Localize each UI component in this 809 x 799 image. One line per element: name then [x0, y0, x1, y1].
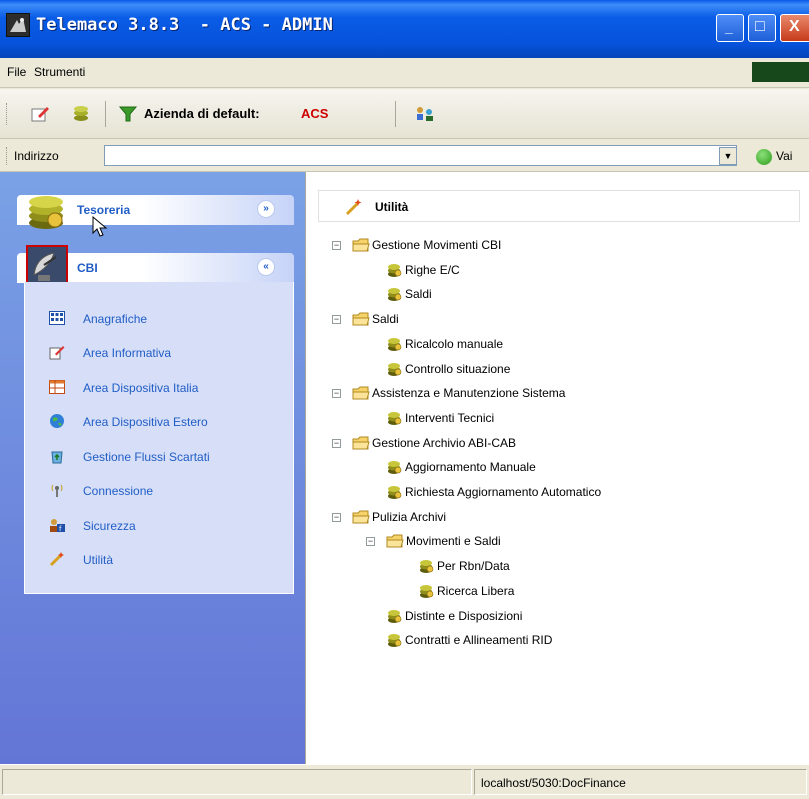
window-titlebar[interactable]: Telemaco 3.8.3 - ACS - ADMIN _ □ X: [0, 0, 809, 58]
magic-wand-icon: [345, 198, 363, 216]
collapse-toggle-icon[interactable]: −: [332, 315, 341, 324]
toolbar: Azienda di default: ACS: [0, 89, 809, 139]
sidebar-group-label: CBI: [77, 261, 98, 275]
status-panel-connection: localhost/5030:DocFinance: [474, 769, 807, 795]
tree-item-label: Richiesta Aggiornamento Automatico: [405, 485, 602, 499]
menu-file[interactable]: File: [7, 65, 26, 79]
statusbar: localhost/5030:DocFinance: [0, 764, 809, 799]
collapse-toggle-icon[interactable]: −: [332, 439, 341, 448]
status-indicator: [752, 62, 809, 82]
minimize-button[interactable]: _: [716, 14, 744, 42]
tree-item-label: Saldi: [405, 287, 432, 301]
tree-item-label: Interventi Tecnici: [405, 411, 495, 425]
chevron-down-icon: ▼: [723, 151, 733, 161]
table-icon: [49, 379, 65, 395]
tree-item-label: Controllo situazione: [405, 362, 511, 376]
folder-open-icon: [352, 436, 370, 450]
address-label: Indirizzo: [14, 149, 59, 163]
coins-icon: [386, 459, 402, 475]
coins-icon: [386, 484, 402, 500]
expand-chevron-icon[interactable]: »: [257, 200, 275, 218]
tree-item-label: Distinte e Disposizioni: [405, 609, 523, 623]
coins-icon: [386, 361, 402, 377]
coins-stack-icon[interactable]: [25, 190, 67, 232]
utilita-title: Utilità: [375, 200, 409, 214]
folder-open-icon: [352, 510, 370, 524]
default-company-label: Azienda di default:: [144, 106, 260, 121]
coins-icon: [386, 286, 402, 302]
coins-icon[interactable]: [71, 103, 91, 123]
tree-folder-label: Gestione Archivio ABI-CAB: [372, 436, 517, 450]
edit-note-icon[interactable]: [30, 104, 50, 124]
window-title: Telemaco 3.8.3 - ACS - ADMIN: [36, 15, 333, 35]
maximize-button[interactable]: □: [748, 14, 776, 42]
coins-icon: [386, 608, 402, 624]
tree-item-label: Ricalcolo manuale: [405, 337, 504, 351]
coins-icon: [386, 632, 402, 648]
folder-open-icon: [386, 534, 404, 548]
toolbar-separator: [105, 101, 106, 127]
grid-table-icon: [49, 310, 65, 326]
tree-folder-label: Gestione Movimenti CBI: [372, 238, 502, 252]
navigation-sidebar: Tesoreria » CBI « Anagrafiche Area Infor…: [0, 172, 305, 764]
connection-info: localhost/5030:DocFinance: [481, 776, 626, 790]
telemaco-app-icon: [6, 13, 30, 37]
user-key-icon: f: [49, 517, 65, 533]
toolbar-separator: [395, 101, 396, 127]
folder-open-icon: [352, 386, 370, 400]
address-bar: Indirizzo ▼ Vai: [0, 140, 809, 172]
edit-note-icon: [49, 344, 65, 360]
filter-funnel-icon[interactable]: [118, 104, 138, 124]
address-grip[interactable]: [6, 147, 9, 165]
tree-item-label: Per Rbn/Data: [437, 559, 510, 573]
recycle-icon: [49, 448, 65, 464]
folder-open-icon: [352, 238, 370, 252]
mouse-cursor-icon: [92, 215, 110, 238]
collapse-toggle-icon[interactable]: −: [332, 513, 341, 522]
collapse-chevron-icon[interactable]: «: [257, 258, 275, 276]
tree-folder-label: Movimenti e Saldi: [406, 534, 501, 548]
coins-icon: [386, 262, 402, 278]
magic-wand-icon: [49, 551, 65, 567]
coins-icon: [386, 336, 402, 352]
go-arrow-icon[interactable]: [756, 149, 772, 165]
coins-icon: [386, 410, 402, 426]
tree-item-label: Aggiornamento Manuale: [405, 460, 536, 474]
sidebar-group-label: Tesoreria: [77, 203, 131, 217]
menubar: File Strumenti: [0, 58, 809, 88]
satellite-dish-icon[interactable]: [26, 245, 68, 287]
status-panel-main: [2, 769, 472, 795]
toolbar-grip[interactable]: [6, 103, 9, 125]
collapse-toggle-icon[interactable]: −: [332, 241, 341, 250]
default-company-value[interactable]: ACS: [301, 106, 328, 121]
menu-strumenti[interactable]: Strumenti: [34, 65, 85, 79]
tree-folder-label: Pulizia Archivi: [372, 510, 447, 524]
tree-item-label: Contratti e Allineamenti RID: [405, 633, 553, 647]
users-network-icon[interactable]: [414, 104, 434, 124]
utilita-header: Utilità: [318, 190, 800, 222]
coins-icon: [418, 558, 434, 574]
content-pane: Utilità − Gestione Movimenti CBI Righe E/C…: [305, 172, 809, 764]
globe-icon: [49, 413, 65, 429]
collapse-toggle-icon[interactable]: −: [332, 389, 341, 398]
go-button[interactable]: Vai: [776, 149, 792, 163]
folder-open-icon: [352, 312, 370, 326]
tree-item-label: Righe E/C: [405, 263, 460, 277]
address-dropdown-button[interactable]: ▼: [719, 147, 737, 165]
antenna-icon: [49, 482, 65, 498]
tree-folder-label: Saldi: [372, 312, 399, 326]
address-input[interactable]: [104, 145, 737, 166]
tree-folder-label: Assistenza e Manutenzione Sistema: [372, 386, 566, 400]
tree-item-label: Ricerca Libera: [437, 584, 515, 598]
coins-icon: [418, 583, 434, 599]
collapse-toggle-icon[interactable]: −: [366, 537, 375, 546]
cbi-panel: Anagrafiche Area Informativa Area Dispos…: [24, 282, 294, 594]
close-button[interactable]: X: [780, 14, 809, 42]
